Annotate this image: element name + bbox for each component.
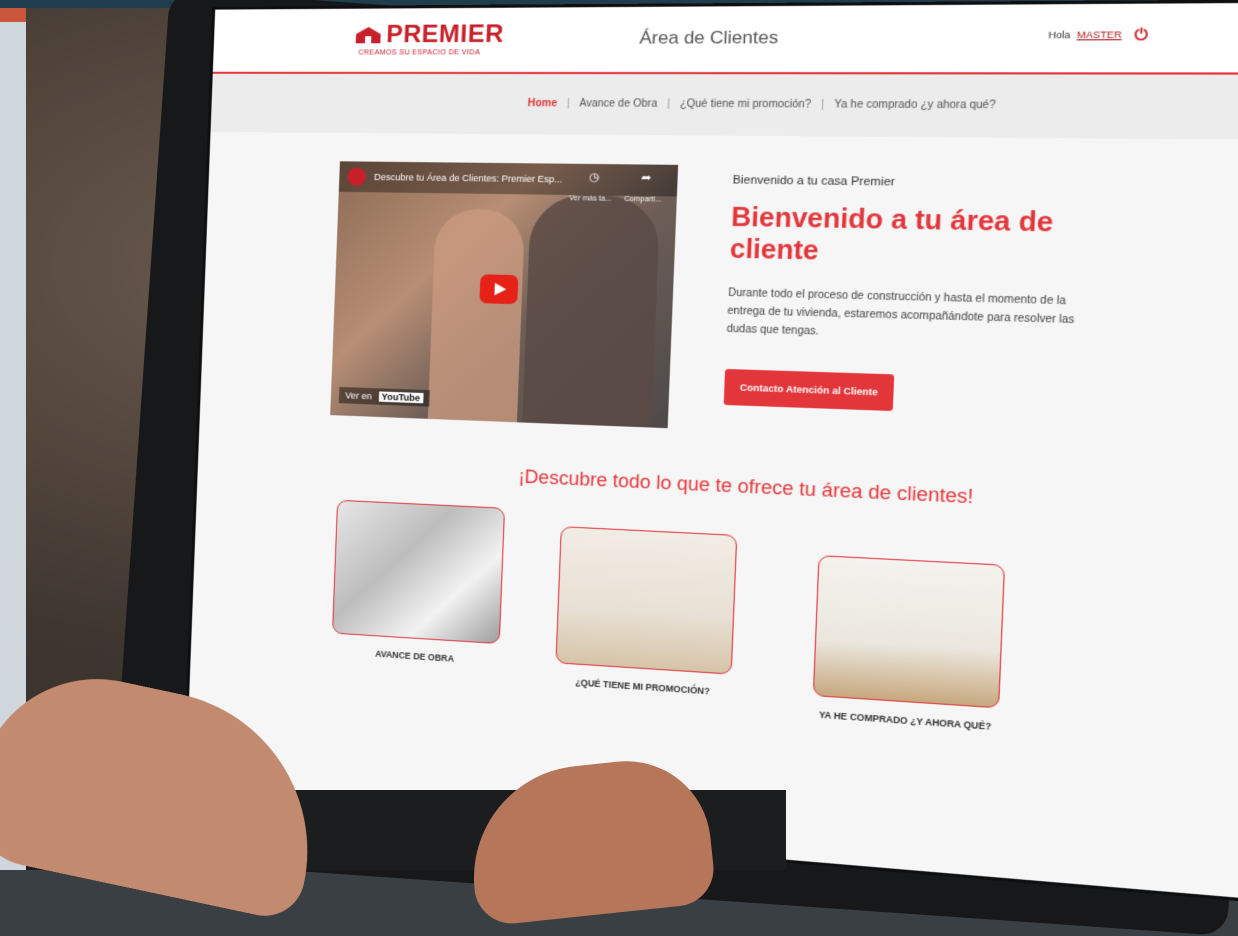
feature-cards: AVANCE DE OBRA ¿QUÉ TIENE MI PROMOCIÓN? … (189, 473, 1238, 786)
card-image-moving-couple[interactable] (812, 555, 1006, 709)
card-label[interactable]: AVANCE DE OBRA (331, 646, 499, 667)
hero-body: Durante todo el proceso de construcción … (726, 287, 1075, 338)
logo-text: PREMIER (385, 20, 505, 49)
video-person-man (522, 194, 661, 428)
logo-mark-icon (355, 26, 381, 44)
nav-que-tiene-mi-promocion[interactable]: ¿Qué tiene mi promoción? (670, 98, 822, 110)
left-accent (0, 8, 26, 22)
video-player[interactable]: Descubre tu Área de Clientes: Premier Es… (330, 161, 679, 429)
watch-on-label: Ver en (345, 390, 373, 402)
greeting-text: Hola (1048, 29, 1071, 41)
area-title: Área de Clientes (639, 27, 779, 48)
card-ya-he-comprado[interactable]: YA HE COMPRADO ¿Y AHORA QUÉ? (812, 555, 1006, 733)
video-person-woman (427, 208, 526, 423)
card-avance-de-obra[interactable]: AVANCE DE OBRA (331, 499, 506, 667)
card-image-construction[interactable] (331, 499, 506, 645)
play-button[interactable] (479, 274, 519, 305)
share-label: Comparti... (624, 195, 662, 204)
share-icon[interactable]: ➦ (641, 171, 652, 185)
hero-section: Descubre tu Área de Clientes: Premier Es… (199, 132, 1238, 491)
nav-avance-de-obra[interactable]: Avance de Obra (569, 98, 667, 110)
video-title[interactable]: Descubre tu Área de Clientes: Premier Es… (338, 161, 679, 197)
youtube-logo-icon: YouTube (378, 391, 424, 404)
contact-button[interactable]: Contacto Atención al Cliente (723, 368, 895, 412)
logo-tagline: CREAMOS SU ESPACIO DE VIDA (358, 49, 481, 57)
user-name-link[interactable]: MASTER (1077, 29, 1122, 40)
watch-later-icon[interactable]: ◷ (589, 170, 600, 184)
hero-title: Bienvenido a tu área de cliente (729, 202, 1054, 266)
site-header: PREMIER CREAMOS SU ESPACIO DE VIDA Área … (212, 2, 1238, 75)
nav-ya-he-comprado[interactable]: Ya he comprado ¿y ahora qué? (824, 99, 1007, 112)
hero-subtitle: Bienvenido a tu casa Premier (732, 173, 896, 189)
card-que-tiene-mi-promocion[interactable]: ¿QUÉ TIENE MI PROMOCIÓN? (554, 526, 738, 698)
card-label[interactable]: YA HE COMPRADO ¿Y AHORA QUÉ? (812, 709, 999, 733)
laptop-screen: PREMIER CREAMOS SU ESPACIO DE VIDA Área … (184, 2, 1238, 906)
card-image-living-room[interactable] (555, 526, 738, 675)
user-greeting: Hola MASTER ⏻ (1048, 26, 1148, 45)
watch-on-youtube[interactable]: Ver en YouTube (338, 386, 430, 407)
main-nav: Home | Avance de Obra | ¿Qué tiene mi promoc… (210, 73, 1238, 141)
watch-later-label: Ver más ta... (568, 195, 612, 203)
card-label[interactable]: ¿QUÉ TIENE MI PROMOCIÓN? (554, 676, 731, 698)
power-icon[interactable]: ⏻ (1134, 26, 1148, 45)
nav-home[interactable]: Home (518, 98, 567, 110)
premier-logo[interactable]: PREMIER CREAMOS SU ESPACIO DE VIDA (354, 20, 505, 57)
